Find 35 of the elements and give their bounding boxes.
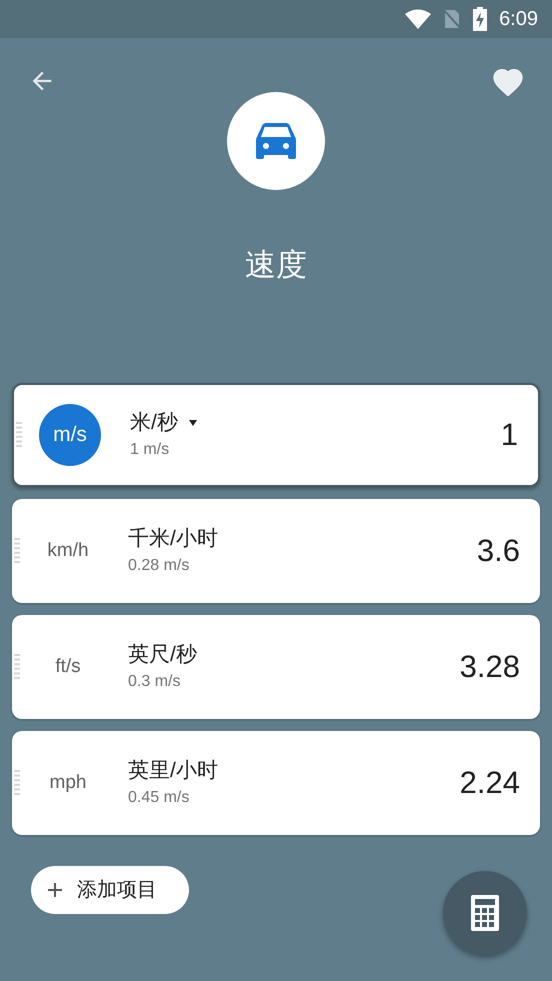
status-time: 6:09 [499, 7, 538, 32]
unit-value: 3.6 [476, 532, 520, 570]
drag-handle-icon[interactable] [14, 538, 20, 564]
unit-card[interactable]: ft/s 英尺/秒 0.3 m/s 3.28 [12, 615, 540, 719]
unit-card[interactable]: m/s 米/秒 1 m/s 1 [12, 383, 540, 487]
wifi-icon [405, 9, 432, 29]
heart-icon[interactable] [492, 66, 524, 96]
unit-name: 米/秒 [130, 410, 178, 436]
unit-name: 英里/小时 [128, 758, 218, 784]
no-sim-icon [443, 8, 462, 30]
add-item-button[interactable]: 添加项目 [31, 866, 189, 914]
unit-base-value: 0.3 m/s [128, 672, 182, 692]
unit-symbol: km/h [47, 538, 89, 563]
unit-value: 1 [500, 416, 518, 454]
unit-card[interactable]: mph 英里/小时 0.45 m/s 2.24 [12, 731, 540, 835]
unit-name: 英尺/秒 [128, 642, 197, 668]
unit-value: 3.28 [460, 648, 520, 686]
drag-handle-icon[interactable] [14, 654, 20, 680]
unit-base-value: 0.45 m/s [128, 788, 190, 808]
calculator-button[interactable] [443, 871, 527, 955]
calculator-icon [471, 895, 499, 931]
unit-symbol: mph [50, 770, 86, 795]
unit-base-value: 1 m/s [130, 440, 170, 460]
unit-name: 千米/小时 [128, 526, 218, 552]
plus-icon [47, 882, 63, 898]
battery-charging-icon [473, 7, 488, 31]
unit-symbol: ft/s [55, 654, 81, 679]
dropdown-caret-icon[interactable] [188, 419, 198, 427]
unit-base-value: 0.28 m/s [128, 556, 190, 576]
unit-value: 2.24 [460, 764, 520, 802]
category-title: 速度 [245, 246, 307, 284]
unit-symbol-badge: m/s [39, 404, 101, 466]
unit-card[interactable]: km/h 千米/小时 0.28 m/s 3.6 [12, 499, 540, 603]
drag-handle-icon[interactable] [14, 770, 20, 796]
drag-handle-icon[interactable] [16, 422, 22, 448]
